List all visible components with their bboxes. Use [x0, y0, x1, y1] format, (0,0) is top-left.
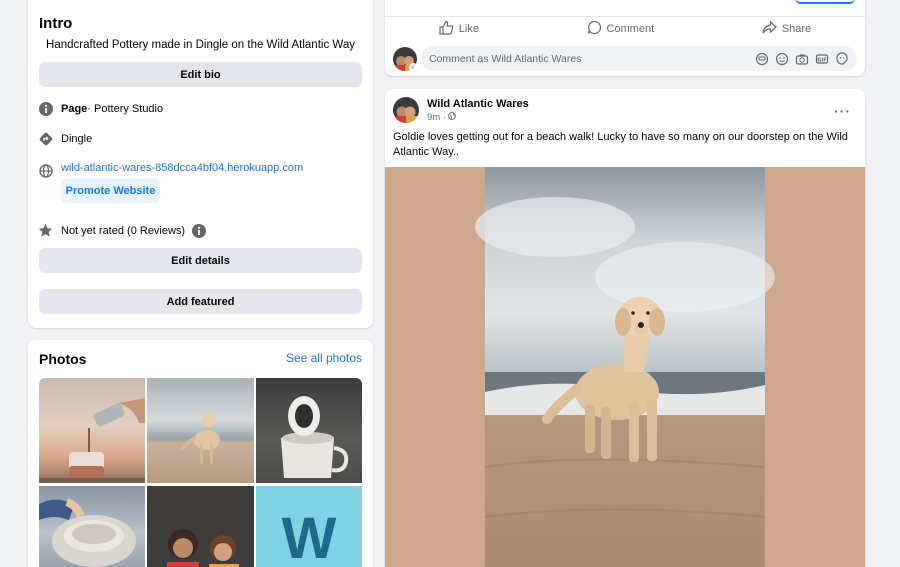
- website-link[interactable]: wild-atlantic-wares-858dcca4bf04.herokua…: [61, 162, 303, 174]
- emoji-icon[interactable]: [775, 52, 789, 66]
- star-icon: [38, 223, 53, 238]
- post-header: Wild Atlantic Wares 9m ·: [393, 97, 529, 123]
- photos-card: Photos See all photos W: [28, 340, 373, 567]
- w-logo-photo[interactable]: W: [256, 486, 362, 567]
- rating-info-icon[interactable]: [191, 223, 206, 238]
- share-button[interactable]: Share: [762, 19, 811, 38]
- post-card: Wild Atlantic Wares 9m · ··· Goldie love…: [385, 89, 865, 567]
- intro-bio: Handcrafted Pottery made in Dingle on th…: [46, 39, 355, 51]
- location-text: Dingle: [61, 132, 93, 145]
- stacked-mugs-photo[interactable]: [256, 378, 362, 483]
- avatar-sticker-icon[interactable]: [755, 52, 769, 66]
- two-people-photo[interactable]: [147, 486, 254, 567]
- photos-title: Photos: [39, 351, 87, 367]
- pouring-jug-photo[interactable]: [39, 378, 145, 483]
- blue-button-edge: [795, 0, 855, 4]
- share-icon: [762, 20, 777, 38]
- edit-details-button[interactable]: Edit details: [39, 248, 362, 273]
- pottery-wheel-photo[interactable]: [39, 486, 145, 567]
- avatar-chevron-icon[interactable]: ⌄: [409, 62, 417, 71]
- promote-website-button[interactable]: Promote Website: [61, 178, 160, 203]
- svg-text:GIF: GIF: [817, 57, 826, 63]
- comment-row: ⌄ Comment as Wild Atlantic Wares GIF: [393, 46, 857, 71]
- thumbs-up-icon: [439, 20, 454, 38]
- comment-placeholder: Comment as Wild Atlantic Wares: [429, 52, 582, 65]
- category-text: · Pottery Studio: [87, 102, 164, 115]
- category-row: Page · Pottery Studio: [38, 101, 163, 116]
- globe-icon: [38, 163, 53, 178]
- camera-icon[interactable]: [795, 52, 809, 66]
- gif-icon[interactable]: GIF: [815, 52, 829, 66]
- comment-label: Comment: [606, 22, 655, 35]
- post-image[interactable]: [385, 167, 865, 567]
- like-button[interactable]: Like: [439, 19, 479, 38]
- like-label: Like: [458, 22, 479, 35]
- add-featured-button[interactable]: Add featured: [39, 289, 362, 314]
- globe-audience-icon[interactable]: [448, 111, 456, 123]
- post-author-avatar[interactable]: [393, 97, 419, 123]
- previous-post-actions-card: Like Comment Share ⌄ Comment as Wild Atl…: [385, 0, 865, 76]
- see-all-photos-link[interactable]: See all photos: [286, 351, 362, 365]
- info-icon: [38, 101, 53, 116]
- category-prefix: Page: [61, 102, 88, 115]
- edit-bio-button[interactable]: Edit bio: [39, 62, 362, 87]
- comment-icon: [587, 20, 602, 38]
- commenter-avatar[interactable]: ⌄: [393, 46, 417, 71]
- website-row: wild-atlantic-wares-858dcca4bf04.herokua…: [38, 157, 303, 178]
- more-options-button[interactable]: ···: [834, 103, 851, 119]
- sticker-icon[interactable]: [835, 51, 849, 66]
- rating-text: Not yet rated (0 Reviews): [61, 224, 186, 237]
- dog-on-beach-photo[interactable]: [147, 378, 254, 483]
- post-author-name[interactable]: Wild Atlantic Wares: [427, 98, 529, 110]
- intro-card: Intro Handcrafted Pottery made in Dingle…: [28, 0, 373, 328]
- post-text: Goldie loves getting out for a beach wal…: [393, 131, 848, 158]
- share-label: Share: [781, 22, 812, 35]
- comment-button[interactable]: Comment: [587, 19, 655, 38]
- rating-row: Not yet rated (0 Reviews): [38, 223, 206, 238]
- action-bar: Like Comment Share: [385, 16, 865, 38]
- logo-letter: W: [281, 505, 337, 567]
- location-row: Dingle: [38, 131, 92, 146]
- intro-title: Intro: [39, 15, 73, 32]
- post-time[interactable]: 9m ·: [427, 112, 446, 123]
- comment-input[interactable]: Comment as Wild Atlantic Wares GIF: [421, 46, 857, 71]
- directions-icon: [38, 131, 53, 146]
